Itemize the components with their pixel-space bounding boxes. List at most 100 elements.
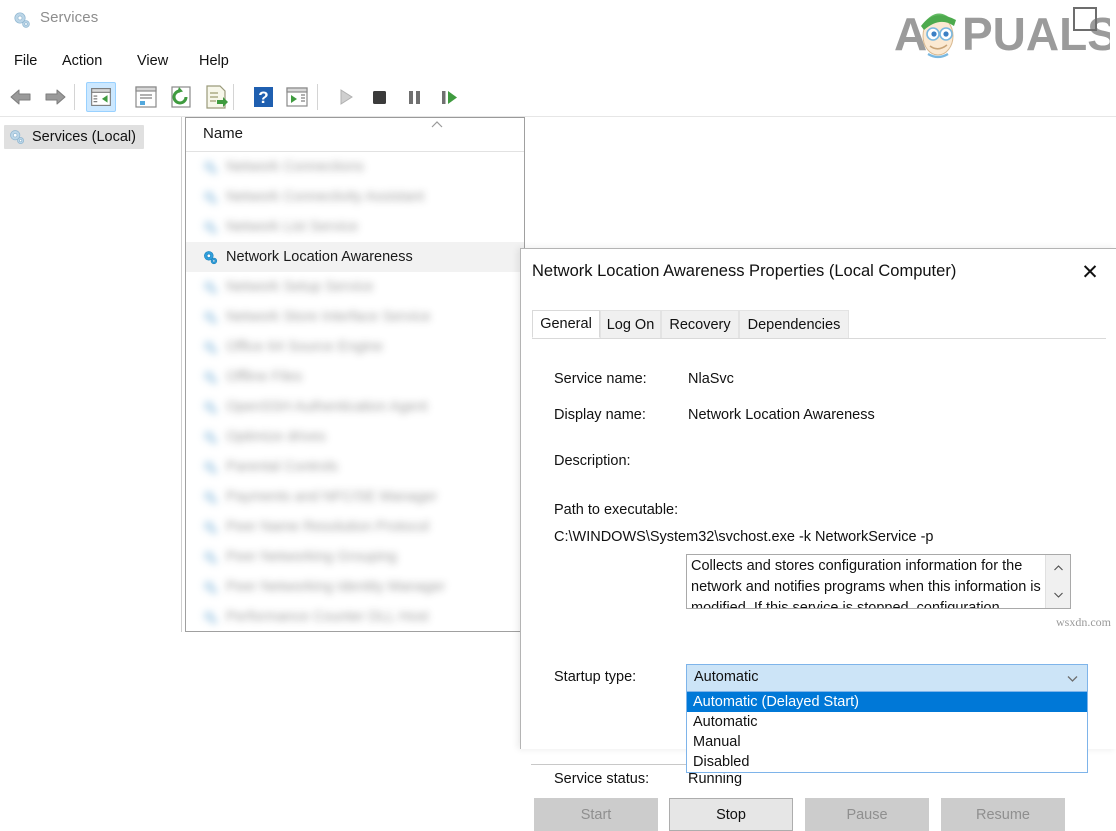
dropdown-option[interactable]: Manual xyxy=(687,732,1087,752)
service-gear-icon xyxy=(202,219,219,236)
dropdown-option[interactable]: Disabled xyxy=(687,752,1087,772)
pause-service-icon[interactable] xyxy=(399,82,429,112)
service-gear-icon xyxy=(202,459,219,476)
display-name-label: Display name: xyxy=(554,407,646,423)
list-item[interactable]: Network List Service xyxy=(186,212,524,242)
service-gear-icon xyxy=(202,579,219,596)
scroll-down-icon[interactable] xyxy=(1046,582,1071,608)
list-item-label: Peer Networking Grouping xyxy=(226,549,397,565)
list-item-label: Network Connections xyxy=(226,159,364,175)
service-gear-icon xyxy=(202,609,219,626)
start-service-icon xyxy=(330,82,360,112)
service-gear-icon xyxy=(202,519,219,536)
service-gear-icon xyxy=(202,369,219,386)
export-list-icon[interactable] xyxy=(201,82,231,112)
menu-file[interactable]: File xyxy=(10,51,41,71)
service-gear-icon xyxy=(202,399,219,416)
list-item[interactable]: Network Connections xyxy=(186,152,524,182)
list-item[interactable]: Office 64 Source Engine xyxy=(186,332,524,362)
back-icon[interactable] xyxy=(6,82,36,112)
service-gear-icon xyxy=(202,489,219,506)
list-item[interactable]: Payments and NFC/SE Manager xyxy=(186,482,524,512)
close-icon[interactable]: ✕ xyxy=(1070,257,1110,287)
list-item[interactable]: Network Location Awareness xyxy=(186,242,524,272)
startup-type-dropdown-list[interactable]: Automatic (Delayed Start)AutomaticManual… xyxy=(686,692,1088,773)
list-item[interactable]: Peer Networking Identity Manager xyxy=(186,572,524,602)
list-item-label: Payments and NFC/SE Manager xyxy=(226,489,437,505)
list-item[interactable]: Network Connectivity Assistant xyxy=(186,182,524,212)
refresh-icon[interactable] xyxy=(166,82,196,112)
pause-button[interactable]: Pause xyxy=(805,798,929,831)
startup-type-label: Startup type: xyxy=(554,669,636,685)
stop-service-icon[interactable] xyxy=(364,82,394,112)
services-list-body[interactable]: Network Connections Network Connectivity … xyxy=(186,152,524,632)
dialog-tabstrip: General Log On Recovery Dependencies xyxy=(532,310,1106,339)
services-node-icon xyxy=(8,128,26,146)
properties-icon[interactable] xyxy=(131,82,161,112)
stop-button[interactable]: Stop xyxy=(669,798,793,831)
menu-help[interactable]: Help xyxy=(195,51,233,71)
service-properties-dialog: Network Location Awareness Properties (L… xyxy=(520,248,1116,749)
site-watermark: wsxdn.com xyxy=(1056,615,1111,630)
dialog-titlebar: Network Location Awareness Properties (L… xyxy=(521,249,1116,298)
tab-dependencies[interactable]: Dependencies xyxy=(739,310,849,338)
content-area: Services (Local) Name Network Connection… xyxy=(0,117,1116,632)
description-value: Collects and stores configuration inform… xyxy=(691,556,1043,609)
service-gear-icon xyxy=(202,339,219,356)
description-scrollbar[interactable] xyxy=(1045,555,1070,608)
list-item-label: Peer Networking Identity Manager xyxy=(226,579,445,595)
dialog-title: Network Location Awareness Properties (L… xyxy=(532,262,956,281)
tab-log-on[interactable]: Log On xyxy=(600,310,661,338)
list-item-label: Performance Counter DLL Host xyxy=(226,609,429,625)
list-item-label: Network Location Awareness xyxy=(226,249,413,265)
scroll-up-icon[interactable] xyxy=(1046,555,1071,581)
start-button[interactable]: Start xyxy=(534,798,658,831)
service-gear-icon xyxy=(202,189,219,206)
restart-service-icon[interactable] xyxy=(433,82,463,112)
menu-action[interactable]: Action xyxy=(58,51,106,71)
show-hide-console-tree-icon[interactable] xyxy=(86,82,116,112)
dropdown-option[interactable]: Automatic xyxy=(687,712,1087,732)
tree-item-label: Services (Local) xyxy=(32,129,136,145)
toolbar: ? xyxy=(0,78,1116,117)
list-item[interactable]: Offline Files xyxy=(186,362,524,392)
window-title: Services xyxy=(40,9,98,26)
dropdown-option[interactable]: Automatic (Delayed Start) xyxy=(687,692,1087,712)
path-to-executable-label: Path to executable: xyxy=(554,502,678,518)
column-header-name[interactable]: Name xyxy=(203,125,243,142)
service-name-value: NlaSvc xyxy=(688,371,734,387)
list-item[interactable]: Performance Counter DLL Host xyxy=(186,602,524,632)
service-gear-icon xyxy=(202,549,219,566)
show-action-pane-icon[interactable] xyxy=(282,82,312,112)
list-item[interactable]: Peer Name Resolution Protocol xyxy=(186,512,524,542)
service-name-label: Service name: xyxy=(554,371,647,387)
display-name-value: Network Location Awareness xyxy=(688,407,875,423)
chevron-down-icon[interactable] xyxy=(1066,674,1079,683)
list-item[interactable]: Parental Controls xyxy=(186,452,524,482)
list-item[interactable]: Optimize drives xyxy=(186,422,524,452)
tab-recovery[interactable]: Recovery xyxy=(661,310,739,338)
startup-type-combobox[interactable]: Automatic xyxy=(686,664,1088,692)
service-gear-icon xyxy=(202,309,219,326)
list-item-label: Network Connectivity Assistant xyxy=(226,189,424,205)
description-field[interactable]: Collects and stores configuration inform… xyxy=(686,554,1071,609)
menubar: File Action View Help xyxy=(0,48,1116,76)
list-item[interactable]: Network Setup Service xyxy=(186,272,524,302)
forward-icon[interactable] xyxy=(40,82,70,112)
resume-button[interactable]: Resume xyxy=(941,798,1065,831)
tree-item-services-local[interactable]: Services (Local) xyxy=(4,125,144,149)
service-status-label: Service status: xyxy=(554,771,649,787)
list-item-label: Parental Controls xyxy=(226,459,338,475)
list-column-header[interactable]: Name xyxy=(186,118,524,152)
list-item[interactable]: OpenSSH Authentication Agent xyxy=(186,392,524,422)
list-item[interactable]: Network Store Interface Service xyxy=(186,302,524,332)
tab-general[interactable]: General xyxy=(532,310,600,338)
list-item-label: Offline Files xyxy=(226,369,302,385)
list-item-label: Network Store Interface Service xyxy=(226,309,431,325)
menu-view[interactable]: View xyxy=(133,51,172,71)
window-titlebar: Services A PUALS xyxy=(0,0,1116,40)
svg-text:?: ? xyxy=(258,88,268,107)
list-item-label: Network Setup Service xyxy=(226,279,373,295)
help-icon[interactable]: ? xyxy=(248,82,278,112)
list-item[interactable]: Peer Networking Grouping xyxy=(186,542,524,572)
